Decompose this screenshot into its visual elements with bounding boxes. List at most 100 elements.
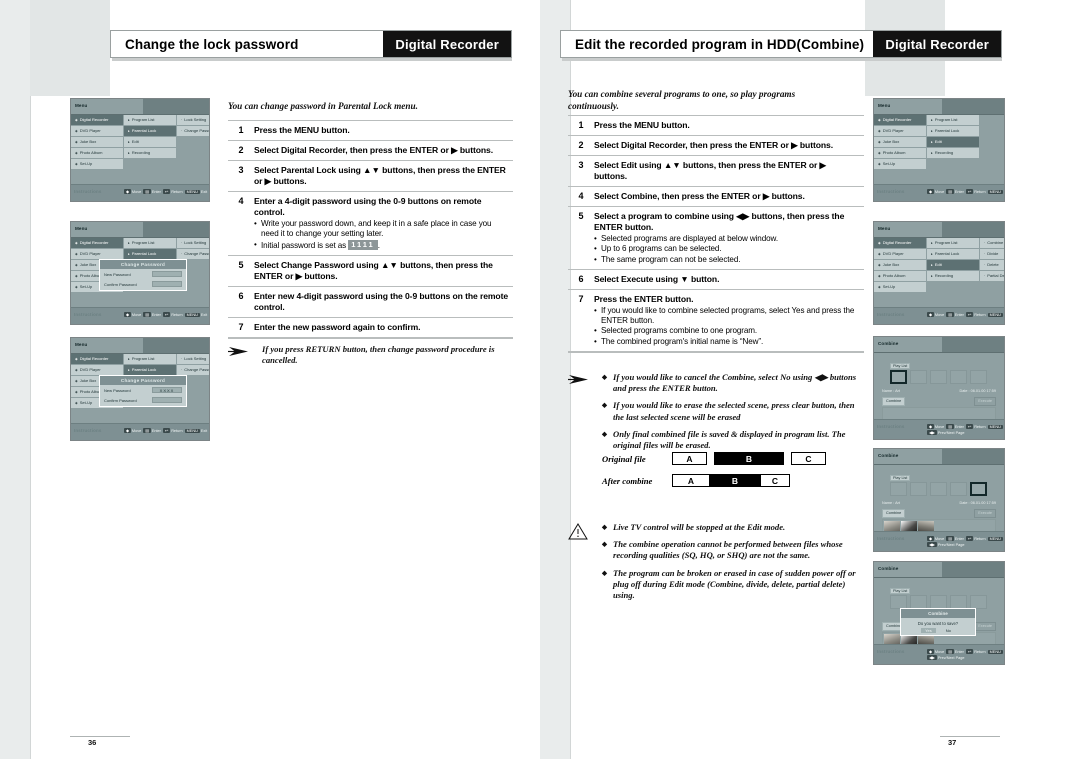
osd-menu-item-digital-recorder[interactable]: ◈ Digital Recorder [874,238,926,249]
osd-option-lock-setting[interactable]: · Lock Setting [177,115,209,126]
program-thumbnail[interactable] [970,595,987,609]
osd-menu-item-digital-recorder[interactable]: ◈ Digital Recorder [71,115,123,126]
osd-option-partial-delete[interactable]: ·Partial Delete [980,271,1004,282]
program-thumbnail[interactable] [950,482,967,496]
step-number: 5 [238,259,244,270]
osd-menu-item-photo-album[interactable]: ◈ Photo Album [874,271,926,282]
step-number: 2 [238,145,244,155]
osd-submenu-item-recording[interactable]: ▸Recording [927,148,979,159]
osd-menu-item-juke-box[interactable]: ◈ Juke Box [874,260,926,271]
program-thumbnail[interactable] [950,595,967,609]
right-steps-list: 1 Press the MENU button. 2 Select Digita… [568,115,864,354]
osd-menu-item-set-up[interactable]: ◈ Set-Up [874,282,926,293]
left-steps-list: 1 Press the MENU button. 2 Select Digita… [228,120,513,339]
execute-button[interactable]: Execute [974,397,996,406]
osd-instructions-keys: ◆Move ▤Enter ↩Return MENUExit [124,312,208,317]
osd-option-lock-setting[interactable]: · Lock Setting [177,238,209,249]
osd-menu-item-set-up[interactable]: ◈ Set-Up [71,159,123,170]
program-thumbnail-row [890,482,987,496]
osd-submenu-item-parental-lock[interactable]: ▸ Parental Lock [927,126,979,137]
osd-submenu-item-edit[interactable]: ▸Edit [927,260,979,271]
program-thumbnail[interactable] [910,370,927,384]
osd-instructions-keys-2: ◀▶ Prev/Next Page [927,655,965,660]
combine-work-area: Play List Combine Execute Combine Do you… [878,582,1000,648]
new-password-field[interactable] [152,271,182,277]
osd-instructions-label: Instructions [74,312,102,317]
osd-instructions-label: Instructions [877,536,905,541]
combine-button[interactable]: Combine [882,397,906,406]
osd-menu-item-juke-box[interactable]: ◈ Juke Box [874,137,926,148]
combine-button[interactable]: Combine [882,509,906,518]
osd-submenu-item-program-list[interactable]: ▸ Program List [124,238,176,249]
osd-option-lock-setting[interactable]: · Lock Setting [177,354,209,365]
osd-instructions-keys: ◆Move ▤Enter ↩Return MENUExit [927,536,1004,541]
osd-menu-item-photo-album[interactable]: ◈ Photo Album [874,148,926,159]
osd-menu-item-juke-box[interactable]: ◈ Juke Box [71,137,123,148]
osd-submenu-item-program-list[interactable]: ▸ Program List [124,354,176,365]
execute-button[interactable]: Execute [974,622,996,631]
osd-menu-item-digital-recorder[interactable]: ◈ Digital Recorder [71,238,123,249]
osd-submenu-item-recording[interactable]: ▸Recording [927,271,979,282]
osd-submenu-item-parental-lock[interactable]: ▸ Parental Lock [124,126,176,137]
osd-menu-item-dvd-player[interactable]: ◈ DVD Player [874,126,926,137]
left-header-brand: Digital Recorder [383,31,511,57]
step-number: 3 [238,165,244,175]
osd-submenu-item-edit[interactable]: ▸Edit [927,137,979,148]
osd-menu-item-digital-recorder[interactable]: ◈ Digital Recorder [71,354,123,365]
program-thumbnail-row [890,370,987,384]
osd-submenu-item-recording[interactable]: ▸Recording [124,148,176,159]
execute-button[interactable]: Execute [974,509,996,518]
right-warning-block: Live TV control will be stopped at the E… [568,522,864,607]
program-thumbnail[interactable] [930,482,947,496]
osd-option-combine[interactable]: · Combine [980,238,1004,249]
program-date-label: Date : 06.01.00 17:59 [959,501,996,505]
osd-submenu-item-program-list[interactable]: ▸ Program List [124,115,176,126]
program-thumbnail[interactable] [890,482,907,496]
osd-column-sub: ▸Program List ▸Parental Lock ▸Edit ▸Reco… [927,238,979,282]
diagram-label-after: After combine [602,475,653,486]
right-page-header: Edit the recorded program in HDD(Combine… [560,30,1002,58]
step-text: Select Execute using ▼ button. [594,273,720,284]
osd-menu-item-set-up[interactable]: ◈ Set-Up [874,159,926,170]
step-row: 4 Select Combine, then press the ENTER o… [568,186,864,206]
step-row: 7 Press the ENTER button. If you would l… [568,288,864,351]
osd-menu-item-dvd-player[interactable]: ◈ DVD Player [71,126,123,137]
osd-option-change-password[interactable]: ·Change Password [177,126,209,137]
osd-instructions-bar: Instructions ◆Move ▤Enter ↩Return MENUEx… [874,419,1004,439]
osd-option-divide[interactable]: · Divide [980,249,1004,260]
confirm-password-field[interactable] [152,281,182,287]
program-thumbnail[interactable] [910,595,927,609]
program-thumbnail[interactable] [930,370,947,384]
program-thumbnail[interactable] [910,482,927,496]
osd-submenu-item-edit[interactable]: ▸Edit [124,137,176,148]
diagram-segment-c-combined: C [760,474,790,487]
confirm-no-button[interactable]: No [942,628,955,633]
right-warning-list: Live TV control will be stopped at the E… [602,522,864,601]
confirm-yes-button[interactable]: Yes [921,628,936,633]
program-thumbnail[interactable] [890,370,907,384]
warning-item: Live TV control will be stopped at the E… [602,522,864,533]
diagram-segment-a-combined: A [672,474,710,487]
osd-submenu-item-program-list[interactable]: ▸ Program List [927,115,979,126]
osd-option-delete[interactable]: · Delete [980,260,1004,271]
program-thumbnail[interactable] [930,595,947,609]
new-password-field[interactable]: XXXX [152,387,182,393]
right-page: Edit the recorded program in HDD(Combine… [540,0,1080,759]
osd-body: ◈ Digital Recorder ◈ DVD Player ◈ Juke Box … [71,238,209,324]
osd-submenu-item-program-list[interactable]: ▸ Program List [927,238,979,249]
program-thumbnail[interactable] [950,370,967,384]
left-header-tint [30,0,110,56]
osd-body: ◈ Digital Recorder ◈ DVD Player ◈ Juke Box … [874,115,1004,201]
osd-instructions-keys: ◆Move ▤Enter ↩Return MENUExit [927,189,1004,194]
osd-menu-item-photo-album[interactable]: ◈ Photo Album [71,148,123,159]
step-number: 7 [238,321,244,332]
osd-menu-item-dvd-player[interactable]: ◈ DVD Player [874,249,926,260]
combine-work-area: Play List Name : Art Date : 06.01.00 17:… [878,357,1000,423]
program-thumbnail[interactable] [890,595,907,609]
warning-item: The combine operation cannot be performe… [602,539,864,561]
osd-submenu-item-parental-lock[interactable]: ▸ Parental Lock [927,249,979,260]
program-thumbnail[interactable] [970,370,987,384]
osd-menu-item-digital-recorder[interactable]: ◈ Digital Recorder [874,115,926,126]
program-thumbnail[interactable] [970,482,987,496]
confirm-password-field[interactable] [152,397,182,403]
